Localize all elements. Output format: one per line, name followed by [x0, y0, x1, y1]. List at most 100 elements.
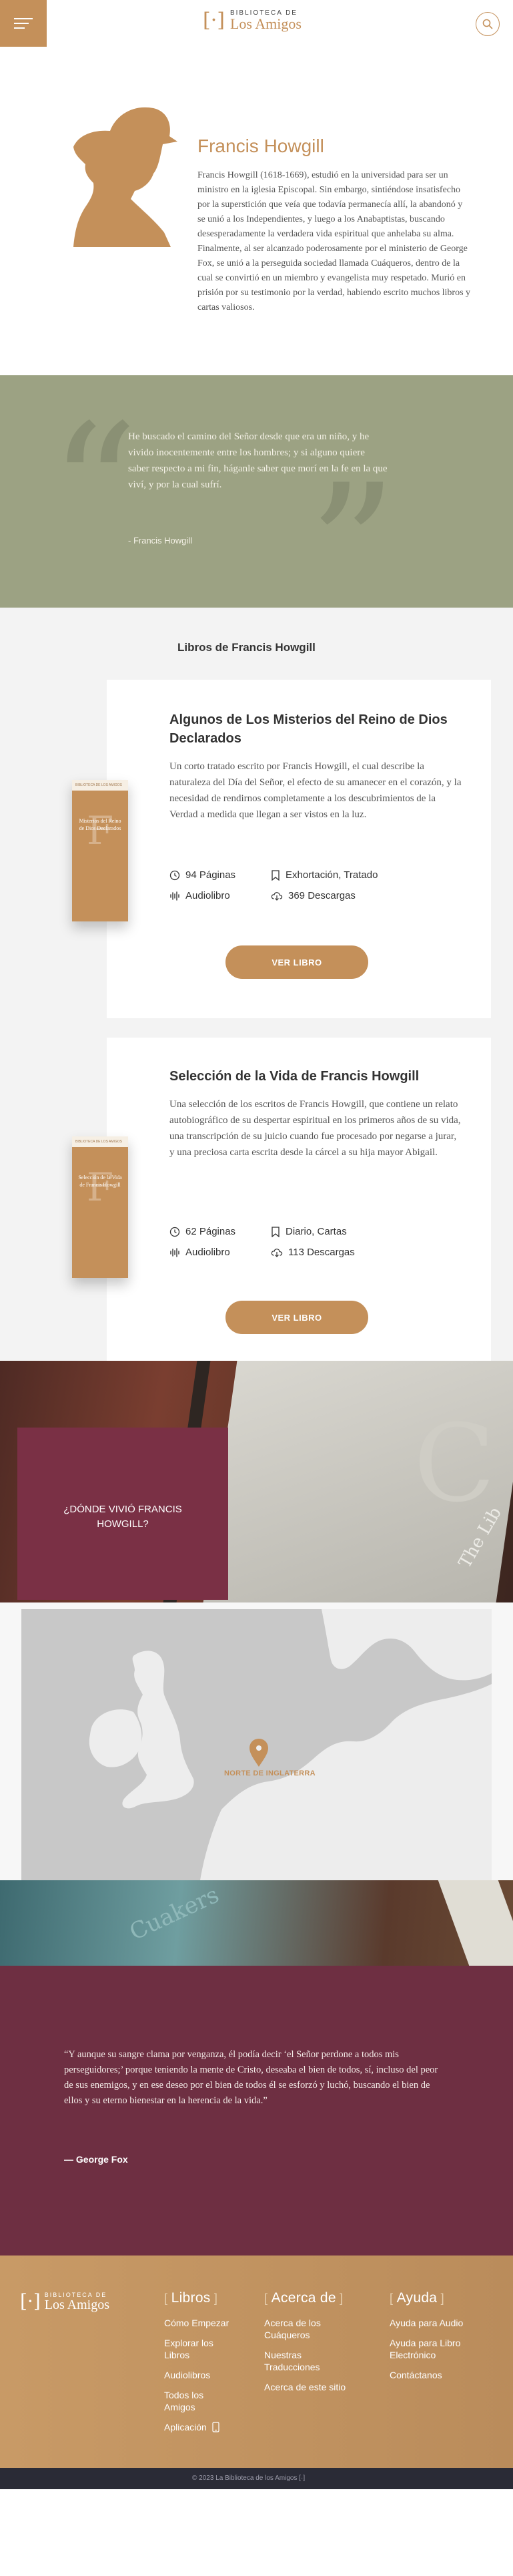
book-cover[interactable]: BIBLIOTECA DE LOS AMIGOS F Misterios del…: [72, 780, 128, 921]
book-cover-strip: BIBLIOTECA DE LOS AMIGOS: [72, 780, 128, 791]
book-meta: 94 Páginas Exhortación, Tratado Audiolib…: [169, 869, 404, 901]
author-name: Francis Howgill: [197, 136, 324, 156]
george-fox-quote-text: “Y aunque su sangre clama por venganza, …: [64, 2049, 438, 2106]
logo-text: BIBLIOTECA DE Los Amigos: [230, 9, 302, 31]
decorative-books-banner: Cuakers: [0, 1880, 513, 1966]
footer-link[interactable]: Acerca de este sitio: [264, 2381, 371, 2393]
book-audio[interactable]: Audiolibro: [169, 1247, 271, 1258]
book-cover-title: Misterios del Reino de Dios Declarados: [79, 818, 121, 831]
footer-heading-text: Ayuda: [396, 2290, 438, 2306]
book-meta: 62 Páginas Diario, Cartas Audiolibro 113…: [169, 1226, 404, 1258]
book-audio-text: Audiolibro: [185, 1247, 230, 1258]
map-section: NORTE DE INGLATERRA: [0, 1602, 513, 1880]
hamburger-icon-line: [14, 23, 29, 24]
author-bio-section: Francis Howgill Francis Howgill (1618-16…: [0, 47, 513, 375]
footer-link[interactable]: Ayuda para Audio: [390, 2317, 496, 2329]
footer-link[interactable]: Contáctanos: [390, 2369, 490, 2381]
footer-logo-mark: [·]: [20, 2290, 41, 2312]
audio-waveform-icon: [170, 891, 179, 901]
footer-column-heading: [ Acerca de ]: [264, 2290, 344, 2306]
clock-icon: [169, 870, 180, 880]
book-cover[interactable]: BIBLIOTECA DE LOS AMIGOS F Selección de …: [72, 1136, 128, 1278]
open-quote-icon: “: [49, 388, 138, 590]
footer-link-app[interactable]: Aplicación: [164, 2421, 244, 2433]
menu-button[interactable]: [0, 0, 47, 47]
footer-heading-text: Libros: [171, 2290, 211, 2306]
book-category: Exhortación, Tratado: [271, 869, 404, 881]
book-description: Una selección de los escritos de Francis…: [169, 1099, 461, 1158]
logo-big-text: Los Amigos: [229, 15, 302, 32]
book-photo-letter: C: [414, 1401, 496, 1526]
where-lived-section: C The Lib ¿DÓNDE VIVIÓ FRANCIS HOWGILL?: [0, 1361, 513, 1602]
book-cover-title: Selección de la Vida de Francis Howgill: [78, 1174, 122, 1188]
footer-link[interactable]: Ayuda para Libro Electrónico: [390, 2337, 490, 2361]
quote-text: He buscado el camino del Señor desde que…: [128, 431, 388, 490]
book-title[interactable]: Algunos de Los Misterios del Reino de Di…: [169, 710, 450, 748]
books-photo-background: [0, 1880, 513, 1966]
book-downloads-text: 369 Descargas: [288, 890, 356, 901]
map-land-shapes: [21, 1609, 492, 1880]
search-icon: [482, 19, 493, 29]
clock-icon: [169, 1227, 180, 1237]
footer-link[interactable]: Audiolibros: [164, 2369, 244, 2381]
footer-column-ayuda: [ Ayuda ] Ayuda para Audio Ayuda para Li…: [390, 2290, 496, 2389]
quote-section: “ ” He buscado el camino del Señor desde…: [0, 375, 513, 608]
book-pages: 94 Páginas: [169, 869, 271, 881]
book-downloads: 113 Descargas: [271, 1247, 404, 1258]
footer-column-heading: [ Libros ]: [164, 2290, 218, 2306]
book-category: Diario, Cartas: [271, 1226, 404, 1237]
book-pages-text: 62 Páginas: [185, 1226, 236, 1237]
where-title: ¿DÓNDE VIVIÓ FRANCIS HOWGILL?: [63, 1504, 182, 1530]
author-bio-text: Francis Howgill (1618-1669), estudió en …: [197, 170, 471, 312]
book-audio-text: Audiolibro: [185, 890, 230, 901]
footer-column-acerca: [ Acerca de ] Acerca de los Cuáqueros Nu…: [264, 2290, 371, 2401]
copyright-bar: © 2023 La Biblioteca de los Amigos [·]: [0, 2468, 513, 2489]
books-section-title: Libros de Francis Howgill: [177, 641, 316, 654]
footer-link[interactable]: Cómo Empezar: [164, 2317, 244, 2329]
hamburger-icon-line: [14, 18, 33, 19]
site-logo[interactable]: [·] BIBLIOTECA DE Los Amigos: [203, 9, 302, 31]
footer-logo[interactable]: [·] BIBLIOTECA DE Los Amigos: [20, 2292, 109, 2312]
author-portrait-silhouette: [73, 107, 177, 247]
view-book-button[interactable]: VER LIBRO: [225, 945, 368, 979]
books-section: Libros de Francis Howgill Algunos de Los…: [0, 608, 513, 1371]
copyright-text: © 2023 La Biblioteca de los Amigos [·]: [192, 2475, 306, 2482]
book-cover-strip-text: BIBLIOTECA DE LOS AMIGOS: [75, 783, 123, 787]
book-description: Un corto tratado escrito por Francis How…: [169, 761, 462, 820]
hamburger-icon-line: [14, 27, 25, 29]
search-button[interactable]: [476, 12, 500, 36]
footer-heading-text: Acerca de: [271, 2290, 336, 2306]
book-cover-strip: BIBLIOTECA DE LOS AMIGOS: [72, 1136, 128, 1147]
footer-column-heading: [ Ayuda ]: [390, 2290, 444, 2306]
book-cover-strip-text: BIBLIOTECA DE LOS AMIGOS: [75, 1140, 123, 1144]
footer-link-app-text: Aplicación: [164, 2422, 207, 2432]
footer-link[interactable]: Explorar los Libros: [164, 2337, 231, 2361]
cloud-download-icon: [271, 1248, 283, 1257]
bookmark-icon: [272, 1226, 280, 1237]
footer-link[interactable]: Acerca de los Cuáqueros: [264, 2317, 338, 2341]
book-audio[interactable]: Audiolibro: [169, 890, 271, 901]
audio-waveform-icon: [170, 1247, 179, 1257]
book-card: Algunos de Los Misterios del Reino de Di…: [107, 680, 491, 1018]
footer-logo-big: Los Amigos: [44, 2298, 109, 2312]
smartphone-icon: [212, 2422, 219, 2432]
location-map[interactable]: NORTE DE INGLATERRA: [21, 1609, 492, 1880]
book-pages: 62 Páginas: [169, 1226, 271, 1237]
footer-link[interactable]: Todos los Amigos: [164, 2389, 224, 2413]
footer-column-libros: [ Libros ] Cómo Empezar Explorar los Lib…: [164, 2290, 244, 2441]
cloud-download-icon: [271, 891, 283, 901]
book-pages-text: 94 Páginas: [185, 869, 236, 881]
book-category-text: Diario, Cartas: [286, 1226, 347, 1237]
book-card: Selección de la Vida de Francis Howgill …: [107, 1038, 491, 1371]
site-header: [·] BIBLIOTECA DE Los Amigos: [0, 0, 513, 47]
footer-logo-text: BIBLIOTECA DE Los Amigos: [45, 2292, 109, 2312]
book-category-text: Exhortación, Tratado: [286, 869, 378, 881]
footer-link[interactable]: Nuestras Traducciones: [264, 2349, 338, 2373]
logo-mark: [·]: [203, 8, 225, 32]
view-book-button[interactable]: VER LIBRO: [225, 1301, 368, 1334]
map-pin-label: NORTE DE INGLATERRA: [224, 1769, 316, 1777]
site-footer: [·] BIBLIOTECA DE Los Amigos [ Libros ] …: [0, 2256, 513, 2489]
book-downloads: 369 Descargas: [271, 890, 404, 901]
george-fox-quote-author: — George Fox: [64, 2154, 128, 2165]
book-title[interactable]: Selección de la Vida de Francis Howgill: [169, 1067, 450, 1086]
